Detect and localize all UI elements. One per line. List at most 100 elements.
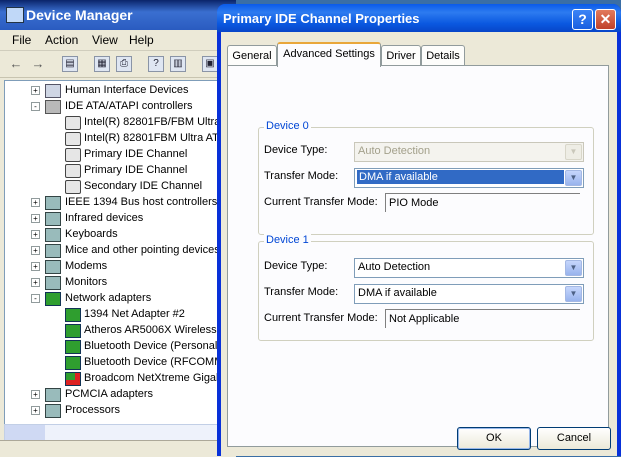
device-0-title: Device 0 <box>264 120 311 132</box>
network-adapter-icon <box>65 324 81 338</box>
menu-file[interactable]: File <box>12 33 31 47</box>
chevron-down-icon[interactable]: ▼ <box>565 286 582 302</box>
tree-item-label: Intel(R) 82801FBM Ultra ATA <box>84 132 226 144</box>
ide-controller-icon <box>65 164 81 178</box>
network-adapter-icon <box>65 340 81 354</box>
toolbar: ← → ▤ ▦ ⎙ ? ▥ ▣ <box>0 51 236 78</box>
menu-action[interactable]: Action <box>45 33 78 47</box>
device-0-current-mode-value: PIO Mode <box>389 197 439 209</box>
expand-icon[interactable]: + <box>31 86 40 95</box>
tree-item-label: Keyboards <box>65 228 118 240</box>
tree-item-label: Processors <box>65 404 121 416</box>
network-adapter-icon <box>45 292 61 306</box>
expand-icon[interactable]: + <box>31 230 40 239</box>
device-type-label: Device Type: <box>264 144 328 156</box>
tab-details[interactable]: Details <box>421 45 465 66</box>
tree-item-label: Human Interface Devices <box>65 84 189 96</box>
tree-item-label: Bluetooth Device (RFCOMM <box>84 356 224 368</box>
tree-item-label: Modems <box>65 260 108 272</box>
monitor-icon <box>45 276 61 290</box>
device-1-transfer-mode-value: DMA if available <box>358 287 437 299</box>
processor-icon <box>45 404 61 418</box>
keyboard-icon <box>45 228 61 242</box>
device-manager-title: Device Manager <box>26 7 133 23</box>
device-1-type-value: Auto Detection <box>358 261 431 273</box>
device-type-label: Device Type: <box>264 260 328 272</box>
tree-item-label: Monitors <box>65 276 108 288</box>
network-adapter-disabled-icon <box>65 372 81 386</box>
tree-item-label: Atheros AR5006X Wireless N <box>84 324 228 336</box>
collapse-icon[interactable]: - <box>31 294 40 303</box>
tree-item-label: Intel(R) 82801FB/FBM Ultra <box>84 116 221 128</box>
properties-icon[interactable]: ▦ <box>94 56 110 72</box>
cancel-button[interactable]: Cancel <box>537 427 611 450</box>
menu-view[interactable]: View <box>92 33 118 47</box>
details-icon[interactable]: ▥ <box>170 56 186 72</box>
device-1-type-select[interactable]: Auto Detection ▼ <box>354 258 584 278</box>
device-manager-window: Device Manager File Action View Help ← →… <box>0 0 238 457</box>
transfer-mode-label: Transfer Mode: <box>264 170 339 182</box>
ide-controller-icon <box>65 180 81 194</box>
device-1-title: Device 1 <box>264 234 311 246</box>
tree-item-label: Secondary IDE Channel <box>84 180 203 192</box>
dialog-body: General Advanced Settings Driver Details… <box>221 32 617 456</box>
expand-icon[interactable]: + <box>31 406 40 415</box>
device-0-type-value: Auto Detection <box>358 145 431 157</box>
chevron-down-icon[interactable]: ▼ <box>565 260 582 276</box>
device-1-current-mode-value: Not Applicable <box>389 313 460 325</box>
tree-item-label: IDE ATA/ATAPI controllers <box>65 100 193 112</box>
print-icon[interactable]: ⎙ <box>116 56 132 72</box>
pcmcia-icon <box>45 388 61 402</box>
menu-bar: File Action View Help <box>0 30 236 51</box>
network-adapter-icon <box>65 308 81 322</box>
collapse-icon[interactable]: - <box>31 102 40 111</box>
tree-item-label: PCMCIA adapters <box>65 388 154 400</box>
expand-icon[interactable]: + <box>31 246 40 255</box>
help-button[interactable]: ? <box>572 9 593 30</box>
tree-item-label: Network adapters <box>65 292 152 304</box>
close-button[interactable]: ✕ <box>595 9 616 30</box>
expand-icon[interactable]: + <box>31 214 40 223</box>
expand-icon[interactable]: + <box>31 390 40 399</box>
mouse-icon <box>45 244 61 258</box>
show-hide-tree-icon[interactable]: ▤ <box>62 56 78 72</box>
ok-button[interactable]: OK <box>457 427 531 450</box>
ide-controller-icon <box>65 148 81 162</box>
network-adapter-icon <box>65 356 81 370</box>
scrollbar-thumb[interactable] <box>5 425 45 441</box>
expand-icon[interactable]: + <box>31 198 40 207</box>
tree-item-label: Bluetooth Device (Personal A <box>84 340 228 352</box>
back-icon[interactable]: ← <box>8 56 24 72</box>
tab-driver[interactable]: Driver <box>381 45 421 66</box>
menu-help[interactable]: Help <box>129 33 154 47</box>
tree-item-label: Primary IDE Channel <box>84 148 188 160</box>
expand-icon[interactable]: + <box>31 278 40 287</box>
ide-controller-icon <box>45 100 61 114</box>
transfer-mode-label: Transfer Mode: <box>264 286 339 298</box>
current-transfer-mode-label: Current Transfer Mode: <box>264 312 378 324</box>
chevron-down-icon[interactable]: ▼ <box>565 170 582 186</box>
device-manager-titlebar[interactable]: Device Manager <box>0 0 236 30</box>
device-1-transfer-mode-select[interactable]: DMA if available ▼ <box>354 284 584 304</box>
forward-icon[interactable]: → <box>30 56 46 72</box>
modem-icon <box>45 260 61 274</box>
tree-item-label: Mice and other pointing devices <box>65 244 220 256</box>
dialog-title: Primary IDE Channel Properties <box>223 11 420 26</box>
tree-item-label: 1394 Net Adapter #2 <box>84 308 185 320</box>
ide-controller-icon <box>65 116 81 130</box>
properties-dialog: Primary IDE Channel Properties ? ✕ Gener… <box>217 4 621 456</box>
hid-icon <box>45 84 61 98</box>
tree-item-label: IEEE 1394 Bus host controllers <box>65 196 218 208</box>
scan-hardware-icon[interactable]: ▣ <box>202 56 218 72</box>
current-transfer-mode-label: Current Transfer Mode: <box>264 196 378 208</box>
tab-advanced-settings[interactable]: Advanced Settings <box>277 42 381 67</box>
expand-icon[interactable]: + <box>31 262 40 271</box>
device-0-transfer-mode-select[interactable]: DMA if available ▼ <box>354 168 584 188</box>
help-icon[interactable]: ? <box>148 56 164 72</box>
device-1-group: Device 1 Device Type: Auto Detection ▼ T… <box>258 234 594 341</box>
device-manager-icon <box>6 7 24 23</box>
tab-general[interactable]: General <box>227 45 277 66</box>
dialog-titlebar[interactable]: Primary IDE Channel Properties ? ✕ <box>217 4 621 32</box>
device-tree: + Human Interface Devices - IDE ATA/ATAP… <box>4 80 238 426</box>
device-0-type-select: Auto Detection ▼ <box>354 142 584 162</box>
